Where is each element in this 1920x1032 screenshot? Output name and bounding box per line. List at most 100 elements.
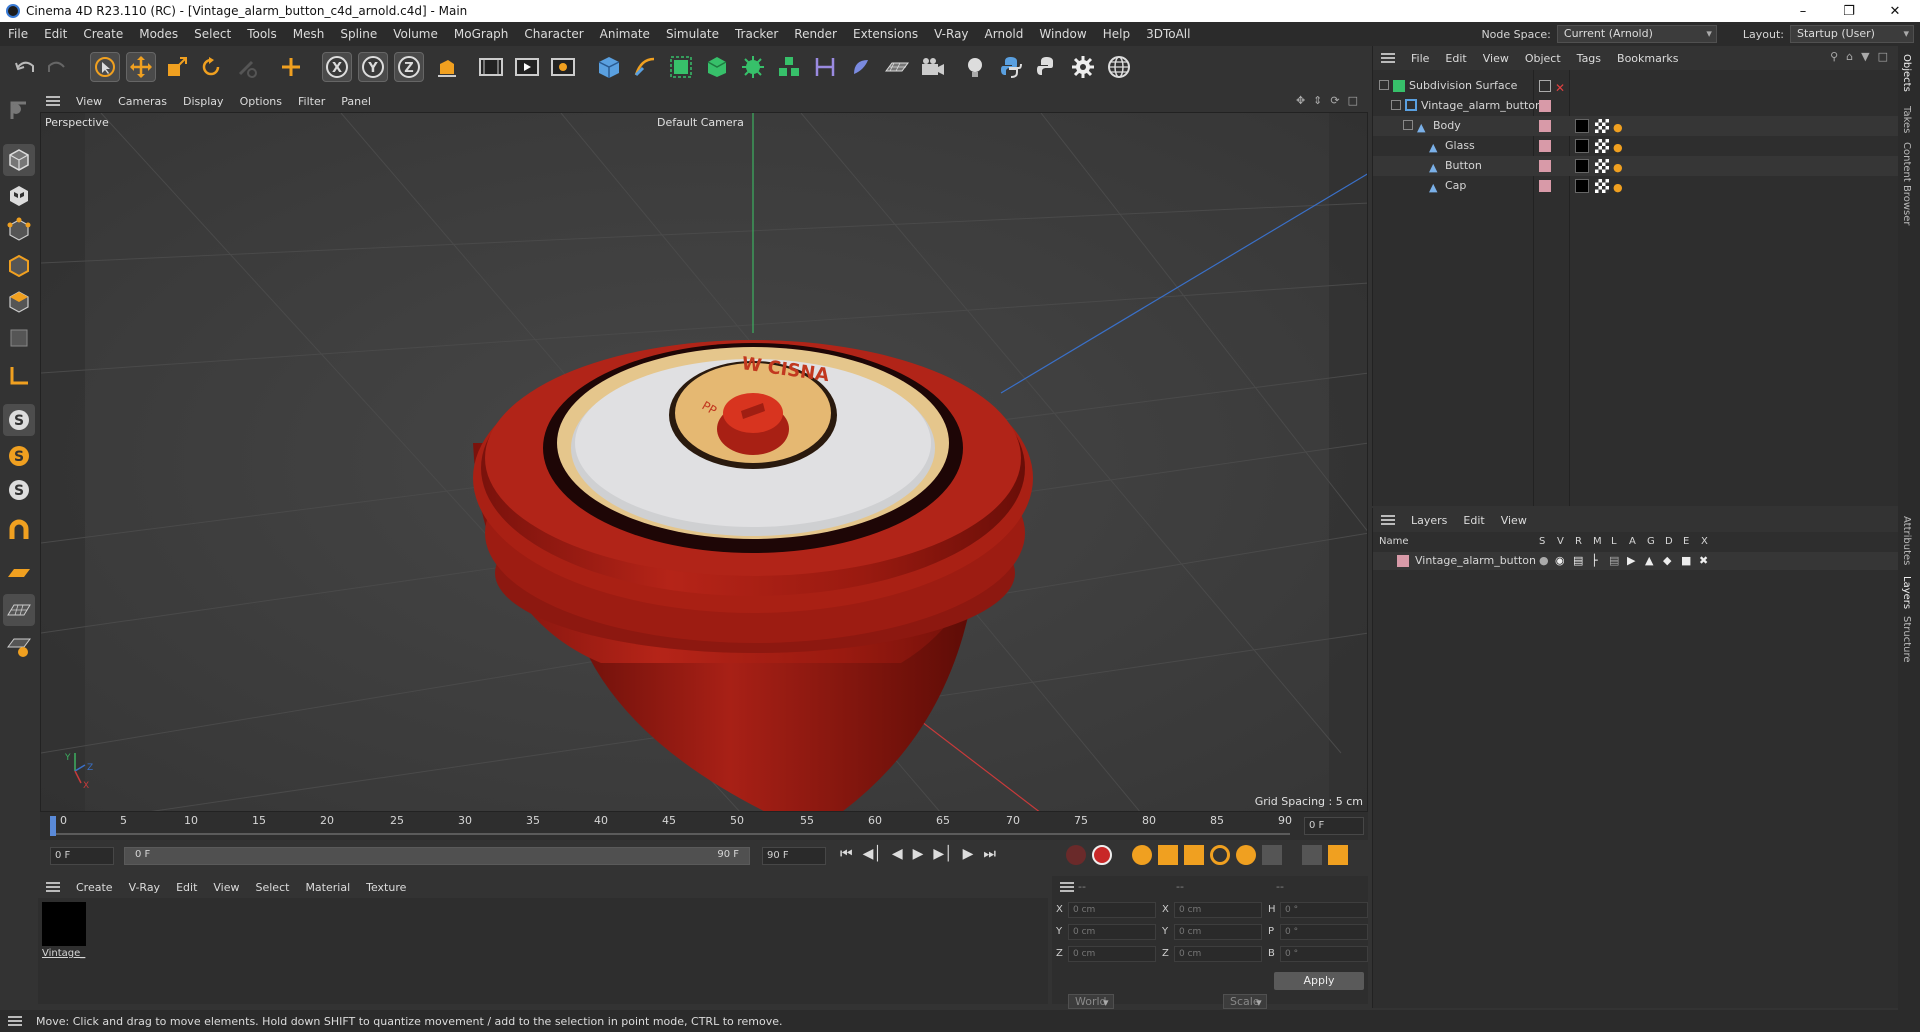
size-z-field[interactable]: 0 cm [1174,946,1262,962]
settings-gear-icon[interactable] [1068,52,1098,82]
uvw-tag-icon[interactable] [1595,139,1609,153]
locked-workplane-icon[interactable] [3,630,35,662]
layer-generators-icon[interactable]: ▲ [1645,552,1653,570]
menu-window[interactable]: Window [1031,22,1094,46]
size-y-field[interactable]: 0 cm [1174,924,1262,940]
keyframe-selection-icon[interactable] [1132,845,1152,865]
menu-help[interactable]: Help [1095,22,1138,46]
coordinates-menu-icon[interactable] [1060,882,1074,892]
end-frame-field[interactable]: 90 F [762,847,826,865]
extrude-icon[interactable] [702,52,732,82]
key-pla-icon[interactable] [1262,845,1282,865]
workplane-snap-icon[interactable]: S [3,474,35,506]
deformer-icon[interactable] [810,52,840,82]
record-keys-icon[interactable] [1066,845,1086,865]
camera-name[interactable]: Default Camera [657,116,744,129]
render-icon[interactable] [512,52,542,82]
material-menu-vray[interactable]: V-Ray [121,881,169,894]
orbit-icon[interactable]: ⟳ [1330,94,1339,107]
add-tool-icon[interactable] [276,52,306,82]
viewport-menu-view[interactable]: View [68,95,110,108]
undo-icon[interactable] [10,52,40,82]
phong-tag-icon[interactable]: ● [1613,158,1623,178]
menu-character[interactable]: Character [516,22,591,46]
tree-row-vintage-alarm-button[interactable]: Vintage_alarm_button [1373,96,1899,116]
layer-col-e[interactable]: E [1683,536,1689,547]
layer-manager-icon[interactable]: ├ [1591,552,1598,570]
layer-col-s[interactable]: S [1539,536,1545,547]
menu-tracker[interactable]: Tracker [727,22,786,46]
viewport-menu-cameras[interactable]: Cameras [110,95,175,108]
phong-tag-icon[interactable]: ● [1613,138,1623,158]
tree-row-button[interactable]: ▲ Button ● [1373,156,1899,176]
snap-icon[interactable]: S [3,404,35,436]
node-space-dropdown[interactable]: Current (Arnold) [1556,25,1717,43]
key-scale-icon[interactable] [1184,845,1204,865]
uv-mode-icon[interactable] [3,322,35,354]
auto-key-icon[interactable] [1092,845,1112,865]
collapse-icon[interactable] [1391,100,1401,110]
tab-objects[interactable]: Objects [1901,54,1912,92]
collapse-icon[interactable] [1379,80,1389,90]
layer-col-d[interactable]: D [1665,536,1673,547]
layer-col-a[interactable]: A [1629,536,1636,547]
coordinate-system-icon[interactable] [432,52,462,82]
menu-3dtoall[interactable]: 3DToAll [1138,22,1198,46]
frame-range-slider[interactable]: 0 F 90 F [124,847,750,865]
play-icon[interactable]: ▶ [913,846,924,862]
minimize-button[interactable]: – [1780,0,1826,22]
menu-spline[interactable]: Spline [332,22,385,46]
layer-menu-edit[interactable]: Edit [1455,514,1492,527]
tree-row-body[interactable]: ▲ Body ● [1373,116,1899,136]
layer-col-l[interactable]: L [1611,536,1617,547]
rot-b-field[interactable]: 0 ° [1280,946,1368,962]
material-tag-icon[interactable] [1575,119,1589,133]
apply-button[interactable]: Apply [1274,972,1364,990]
texture-mode-icon[interactable] [3,180,35,212]
render-settings-icon[interactable] [548,52,578,82]
pan-icon[interactable]: ✥ [1296,94,1305,107]
material-menu-icon[interactable] [46,882,60,892]
object-menu-tags[interactable]: Tags [1569,52,1609,65]
menu-file[interactable]: File [0,22,36,46]
layer-color-swatch[interactable] [1539,140,1551,152]
uvw-tag-icon[interactable] [1595,159,1609,173]
grid-icon[interactable] [3,594,35,626]
phong-tag-icon[interactable]: ● [1613,178,1623,198]
layer-manager-menu-icon[interactable] [1381,515,1395,525]
workplane-icon[interactable] [3,558,35,590]
material-menu-view[interactable]: View [205,881,247,894]
cloner-icon[interactable] [738,52,768,82]
live-selection-icon[interactable] [90,52,120,82]
object-name[interactable]: Glass [1445,136,1475,156]
cube-primitive-icon[interactable] [594,52,624,82]
light-icon[interactable] [960,52,990,82]
viewport-menu-panel[interactable]: Panel [333,95,379,108]
layer-col-r[interactable]: R [1575,536,1582,547]
prev-frame-icon[interactable]: ◀ [892,846,903,862]
layer-xrefs-icon[interactable]: ✖ [1699,552,1708,570]
timeline-layout-icon[interactable] [1328,845,1348,865]
viewport-menu-filter[interactable]: Filter [290,95,333,108]
collapse-icon[interactable] [1403,120,1413,130]
next-frame-icon[interactable]: ▶│ [933,846,952,862]
rot-p-field[interactable]: 0 ° [1280,924,1368,940]
material-tag-icon[interactable] [1575,179,1589,193]
phong-tag-icon[interactable]: ● [1613,118,1623,138]
layer-solo-icon[interactable]: ● [1539,552,1549,570]
status-menu-icon[interactable] [8,1016,22,1026]
material-menu-create[interactable]: Create [68,881,121,894]
tab-content-browser[interactable]: Content Browser [1901,142,1912,225]
model-mode-icon[interactable] [3,144,35,176]
menu-select[interactable]: Select [186,22,239,46]
layer-color-swatch[interactable] [1539,100,1551,112]
layer-lock-icon[interactable]: ▤ [1609,552,1619,570]
object-name[interactable]: Subdivision Surface [1409,76,1517,96]
layer-menu-view[interactable]: View [1493,514,1535,527]
rot-h-field[interactable]: 0 ° [1280,902,1368,918]
layer-color-swatch[interactable] [1397,555,1409,567]
points-mode-icon[interactable] [3,214,35,246]
pen-spline-icon[interactable] [630,52,660,82]
object-name[interactable]: Vintage_alarm_button [1421,96,1542,116]
layer-deformers-icon[interactable]: ◆ [1663,552,1671,570]
